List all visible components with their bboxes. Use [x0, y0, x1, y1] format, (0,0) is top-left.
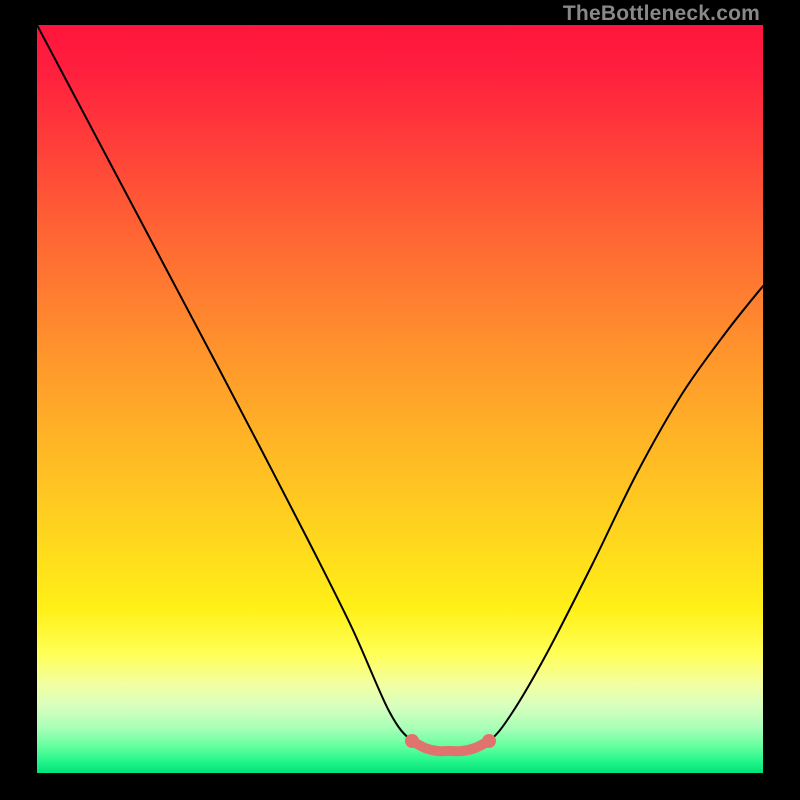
plot-area — [37, 25, 763, 773]
bottleneck-curve — [37, 25, 763, 773]
flat-region-marker — [405, 734, 419, 748]
flat-region-marker — [482, 734, 496, 748]
chart-frame: TheBottleneck.com — [0, 0, 800, 800]
watermark-text: TheBottleneck.com — [563, 2, 760, 26]
flat-region-segment — [412, 741, 489, 751]
